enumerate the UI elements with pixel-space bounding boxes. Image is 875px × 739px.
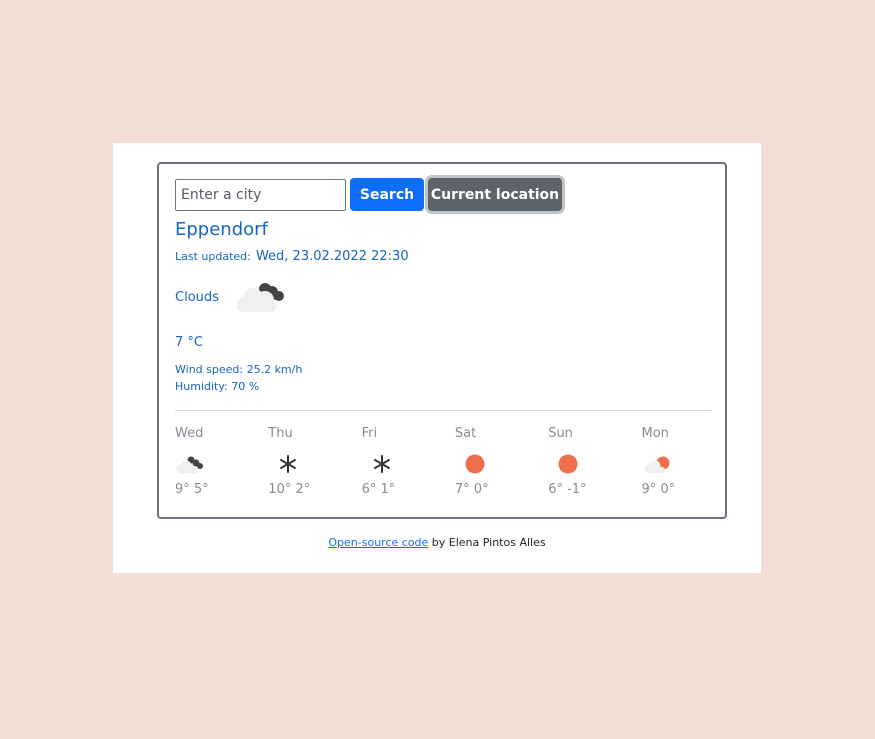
forecast-day-name: Sat <box>454 426 477 441</box>
forecast-day: Mon 9° 0° <box>641 426 734 497</box>
weather-card: Search Current location Eppendorf Last u… <box>157 162 727 519</box>
forecast-day: Wed 9° 5° <box>175 426 268 497</box>
weather-description-row: Clouds <box>175 280 289 314</box>
broken-clouds-icon <box>177 456 203 473</box>
search-form: Search Current location <box>175 178 562 211</box>
forecast-day-name: Sun <box>548 426 573 441</box>
humidity: Humidity: 70 % <box>175 380 260 393</box>
partly-cloudy-icon <box>645 456 670 473</box>
forecast-day-name: Mon <box>641 426 669 441</box>
forecast-temps: 7° 0° <box>454 482 489 497</box>
forecast-day-name: Thu <box>268 426 293 441</box>
forecast-day: Thu 10° 2° <box>268 426 361 497</box>
wind-speed: Wind speed: 25.2 km/h <box>175 363 303 376</box>
snow-icon <box>373 455 390 473</box>
last-updated-value: Wed, 23.02.2022 22:30 <box>255 249 409 264</box>
divider <box>175 410 711 411</box>
forecast-temps: 10° 2° <box>268 482 311 497</box>
author-credit: by Elena Pintos Alles <box>428 536 546 549</box>
footer: Open-source code by Elena Pintos Alles <box>113 536 761 549</box>
forecast-temps: 9° 0° <box>641 482 676 497</box>
weather-description: Clouds <box>175 289 219 305</box>
search-button[interactable]: Search <box>350 178 424 211</box>
city-search-input[interactable] <box>175 178 346 211</box>
forecast-day-name: Wed <box>175 426 204 441</box>
last-updated: Last updated: Wed, 23.02.2022 22:30 <box>175 245 409 264</box>
broken-clouds-icon <box>235 283 284 312</box>
current-temperature: 7 °C <box>175 335 203 350</box>
forecast-temps: 6° -1° <box>548 482 587 497</box>
forecast-day: Sat 7° 0° <box>455 426 548 497</box>
city-name: Eppendorf <box>175 219 268 240</box>
forecast-day: Sun 6° -1° <box>548 426 641 497</box>
sun-icon <box>465 454 485 474</box>
forecast-temps: 6° 1° <box>361 482 396 497</box>
source-code-link[interactable]: Open-source code <box>328 536 428 549</box>
forecast-day: Fri 6° 1° <box>362 426 455 497</box>
forecast-day-name: Fri <box>361 426 378 441</box>
current-location-button[interactable]: Current location <box>428 178 562 211</box>
sun-icon <box>558 454 578 474</box>
app-panel: Search Current location Eppendorf Last u… <box>113 143 761 573</box>
forecast-row: Wed 9° 5° Thu 10° 2° Fri 6° 1° Sat 7° 0°… <box>175 426 735 497</box>
forecast-temps: 9° 5° <box>175 482 209 497</box>
last-updated-label: Last updated: <box>175 250 251 263</box>
snow-icon <box>280 455 297 473</box>
